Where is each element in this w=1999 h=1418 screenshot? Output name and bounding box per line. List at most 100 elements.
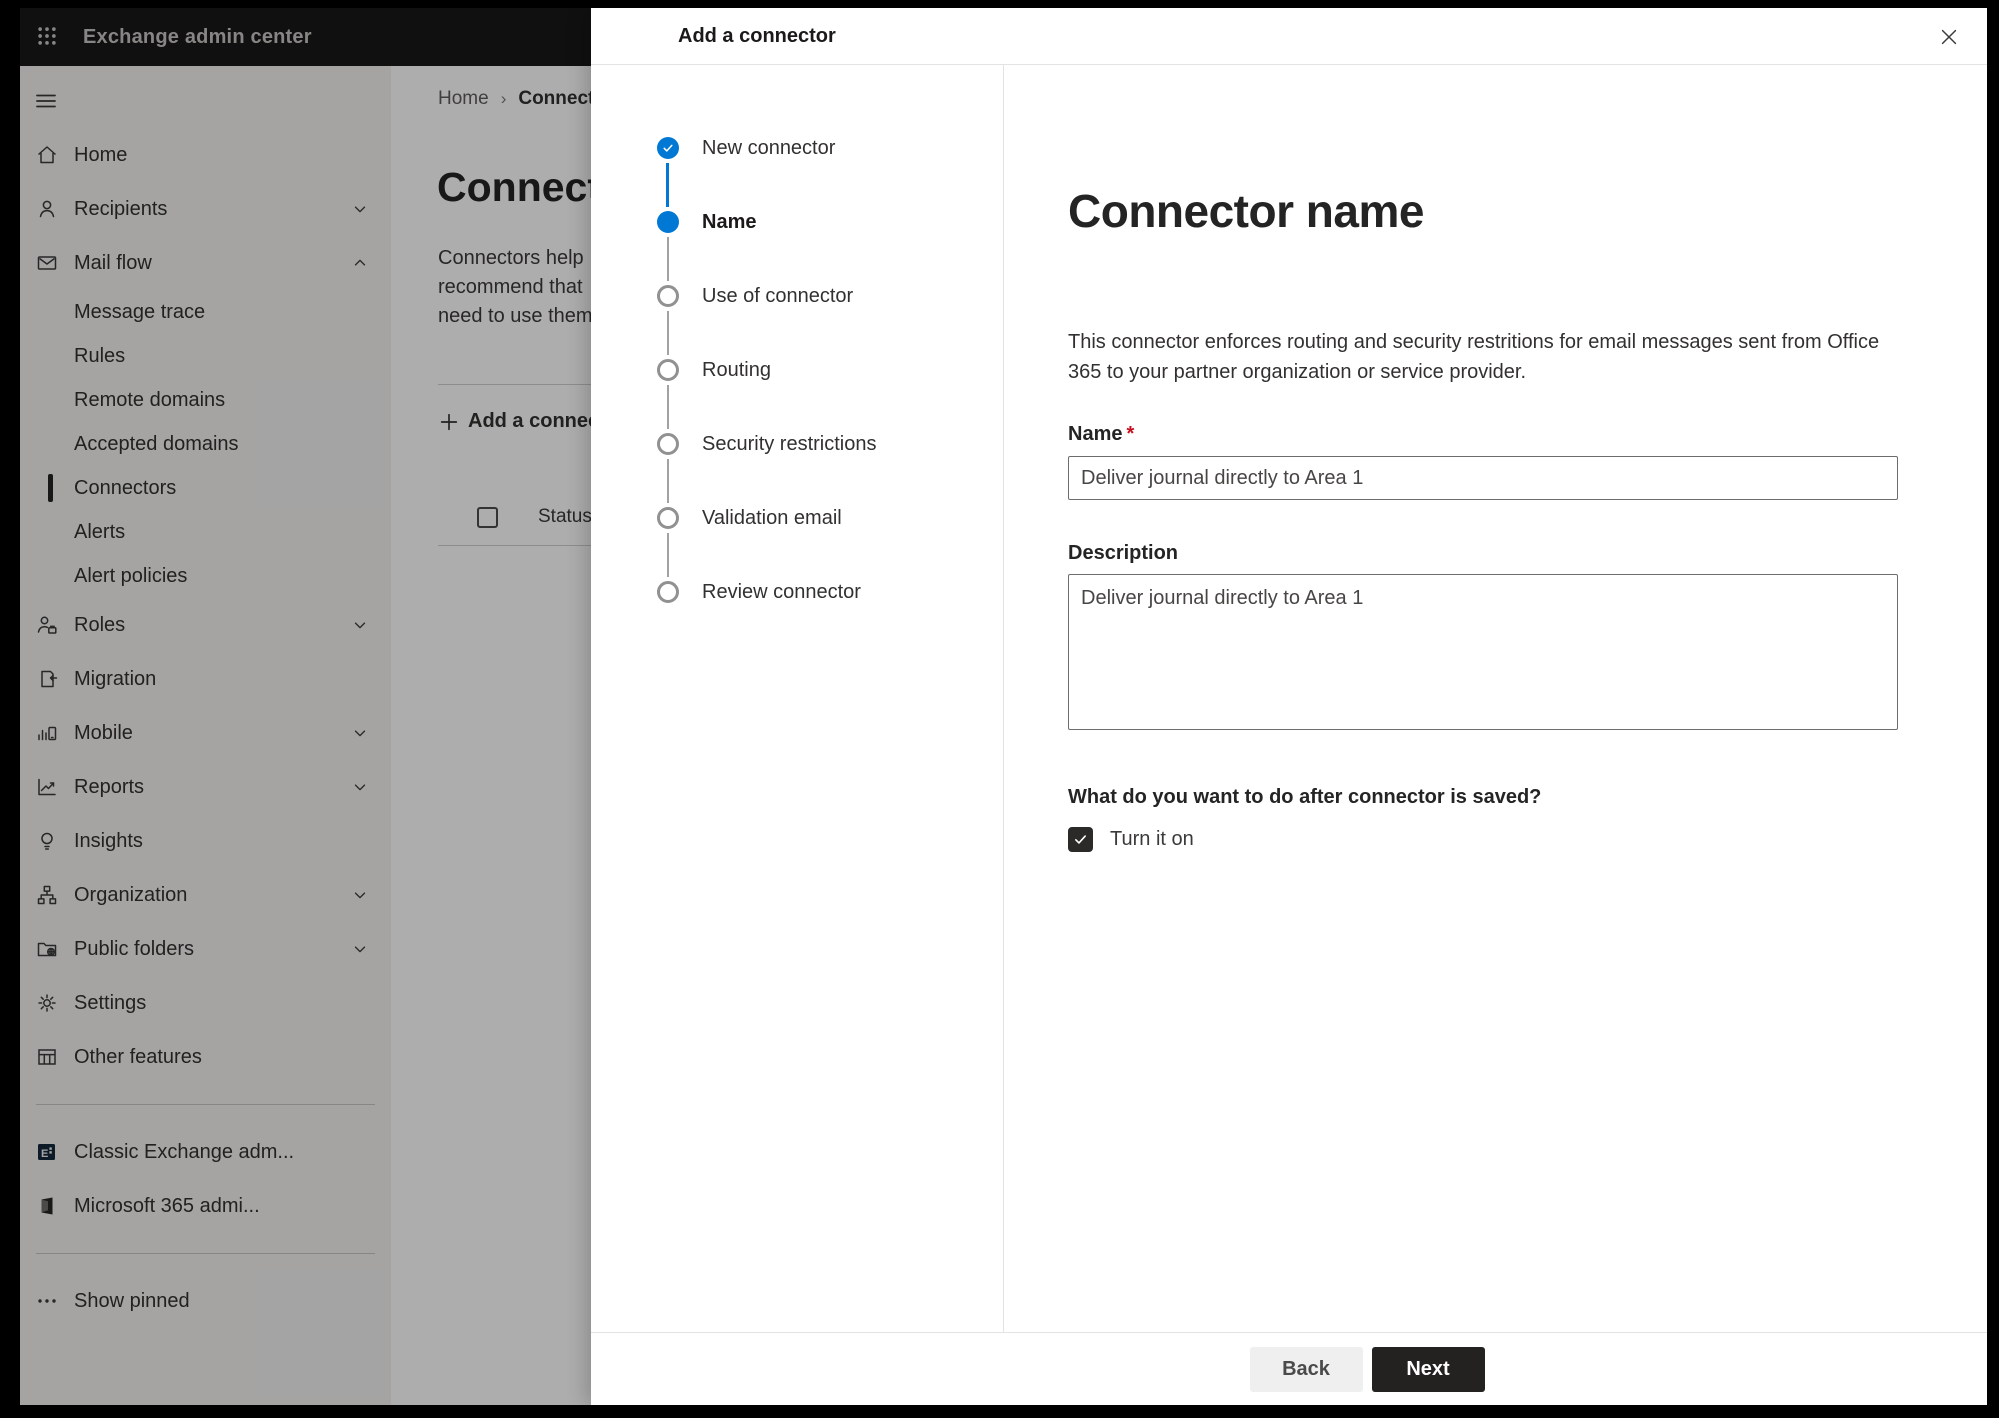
sidebar-item-label: Roles	[74, 613, 126, 636]
wizard-content: Connector name This connector enforces r…	[1004, 65, 1987, 1332]
connector-description-textarea[interactable]: Deliver journal directly to Area 1	[1068, 574, 1898, 730]
app-launcher-button[interactable]	[25, 15, 69, 59]
sidebar-item-other-features[interactable]: Other features	[20, 1030, 391, 1084]
step-upcoming-dot	[657, 581, 679, 603]
checkmark-icon	[1075, 835, 1086, 844]
chevron-down-icon	[351, 616, 369, 634]
wizard-step-label: Name	[702, 210, 757, 233]
chevron-down-icon	[351, 940, 369, 958]
turn-it-on-option[interactable]: Turn it on	[1068, 827, 1907, 852]
step-page-description: This connector enforces routing and secu…	[1068, 331, 1880, 383]
sidebar-item-label: Recipients	[74, 197, 168, 220]
sidebar-item-recipients[interactable]: Recipients	[20, 182, 391, 236]
sidebar-item-microsoft-365-admi[interactable]: Microsoft 365 admi...	[20, 1179, 391, 1233]
exchange-logo-icon: E	[34, 1139, 60, 1165]
sidebar-item-label: Mobile	[74, 721, 133, 744]
select-all-checkbox[interactable]	[477, 506, 498, 528]
page-description-line: Connectors help	[438, 247, 584, 269]
sidebar-item-mobile[interactable]: Mobile	[20, 706, 391, 760]
wizard-step-label: Routing	[702, 358, 771, 381]
close-icon	[1938, 26, 1960, 51]
reports-icon	[34, 774, 60, 800]
turn-it-on-checkbox[interactable]	[1068, 827, 1093, 852]
sidebar-item-label: Reports	[74, 775, 145, 798]
sidebar-item-label: Alerts	[74, 520, 126, 543]
step-upcoming-dot	[657, 507, 679, 529]
step-upcoming-dot	[657, 433, 679, 455]
next-button[interactable]: Next	[1371, 1346, 1485, 1392]
dialog-body: New connector Name Use of connector Routing…	[591, 65, 1987, 1332]
sidebar-item-connectors[interactable]: Connectors	[20, 466, 391, 510]
wizard-step-name[interactable]: Name	[657, 185, 1003, 281]
step-completed-dot	[657, 137, 679, 159]
dialog-header: Add a connector	[591, 8, 1987, 65]
sidebar-item-reports[interactable]: Reports	[20, 760, 391, 814]
sidebar-item-mail-flow[interactable]: Mail flow	[20, 236, 391, 290]
sidebar-item-label: Rules	[74, 344, 126, 367]
chevron-down-icon	[351, 200, 369, 218]
step-upcoming-dot	[657, 285, 679, 307]
sidebar-item-alerts[interactable]: Alerts	[20, 510, 391, 554]
wizard-step-new-connector[interactable]: New connector	[657, 111, 1003, 207]
sidebar-item-label: Migration	[74, 667, 157, 690]
mail-icon	[34, 250, 60, 276]
ellipsis-icon	[34, 1288, 60, 1314]
sidebar-item-home[interactable]: Home	[20, 128, 391, 182]
nav-collapse-button[interactable]	[26, 82, 66, 122]
svg-text:E: E	[41, 1148, 48, 1160]
sidebar-item-label: Alert policies	[74, 564, 188, 587]
sidebar-item-label: Classic Exchange adm...	[74, 1140, 295, 1163]
sidebar-item-rules[interactable]: Rules	[20, 334, 391, 378]
dialog-title: Add a connector	[678, 24, 836, 47]
wizard-step-use-of-connector[interactable]: Use of connector	[657, 259, 1003, 355]
sidebar-item-public-folders[interactable]: Public folders	[20, 922, 391, 976]
wizard-steps: New connector Name Use of connector Routing…	[591, 65, 1004, 1332]
wizard-step-label: Security restrictions	[702, 432, 877, 455]
back-button[interactable]: Back	[1249, 1346, 1363, 1392]
sidebar-item-message-trace[interactable]: Message trace	[20, 290, 391, 334]
close-button[interactable]	[1933, 22, 1965, 54]
breadcrumb-home-link[interactable]: Home	[438, 88, 489, 110]
after-save-question: What do you want to do after connector i…	[1068, 786, 1542, 808]
required-marker: *	[1126, 423, 1135, 445]
m365-logo-icon	[34, 1193, 60, 1219]
home-icon	[34, 142, 60, 168]
sidebar-item-alert-policies[interactable]: Alert policies	[20, 554, 391, 598]
roles-icon	[34, 612, 60, 638]
sidebar-divider	[36, 1253, 375, 1254]
sidebar-item-remote-domains[interactable]: Remote domains	[20, 378, 391, 422]
step-upcoming-dot	[657, 359, 679, 381]
waffle-icon	[36, 25, 58, 50]
chevron-down-icon	[351, 886, 369, 904]
turn-it-on-label: Turn it on	[1110, 828, 1194, 850]
plus-icon	[438, 411, 460, 433]
sidebar-item-label: Insights	[74, 829, 143, 852]
wizard-step-review-connector[interactable]: Review connector	[657, 555, 1003, 629]
sidebar-item-insights[interactable]: Insights	[20, 814, 391, 868]
migration-icon	[34, 666, 60, 692]
sidebar-item-label: Message trace	[74, 300, 206, 323]
name-field-label: Name *	[1068, 423, 1907, 446]
footer-buttons: Back Next	[1249, 1346, 1485, 1392]
sidebar: Home Recipients Mail flow Message trace Rule…	[20, 66, 391, 1405]
wizard-step-security-restrictions[interactable]: Security restrictions	[657, 407, 1003, 503]
sidebar-item-migration[interactable]: Migration	[20, 652, 391, 706]
connector-name-input[interactable]	[1068, 456, 1898, 500]
sidebar-item-classic-exchange-adm[interactable]: E Classic Exchange adm...	[20, 1125, 391, 1179]
wizard-step-validation-email[interactable]: Validation email	[657, 481, 1003, 577]
wizard-step-label: Use of connector	[702, 284, 854, 307]
sidebar-item-show-pinned[interactable]: Show pinned	[20, 1274, 391, 1328]
sidebar-item-label: Mail flow	[74, 251, 152, 274]
wizard-step-routing[interactable]: Routing	[657, 333, 1003, 429]
sidebar-item-settings[interactable]: Settings	[20, 976, 391, 1030]
settings-icon	[34, 990, 60, 1016]
sidebar-item-organization[interactable]: Organization	[20, 868, 391, 922]
page-description-line: recommend that	[438, 276, 583, 298]
sidebar-item-roles[interactable]: Roles	[20, 598, 391, 652]
name-label-text: Name	[1068, 423, 1123, 445]
add-connector-dialog: Add a connector New connector Name Use of …	[591, 8, 1987, 1405]
chevron-up-icon	[351, 254, 369, 272]
status-column-header: Status	[538, 506, 592, 527]
sidebar-item-label: Connectors	[74, 476, 177, 499]
sidebar-item-accepted-domains[interactable]: Accepted domains	[20, 422, 391, 466]
